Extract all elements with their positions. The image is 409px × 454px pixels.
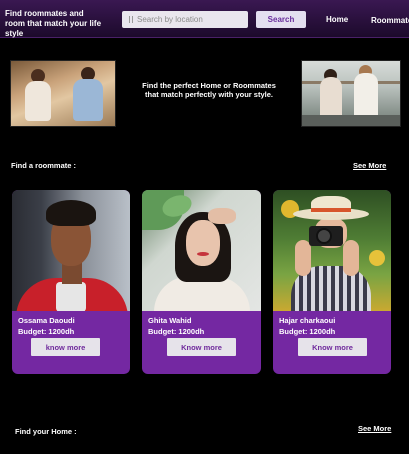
roommate-photo [12, 190, 130, 311]
hero-image-kitchen [301, 60, 401, 127]
search-box[interactable] [122, 11, 248, 28]
roommate-card: Ghita Wahid Budget: 1200dh Know more [142, 190, 261, 374]
search-input[interactable] [137, 15, 237, 24]
section-title-home: Find your Home : [15, 427, 77, 436]
roommate-card: Hajar charkaoui Budget: 1200dh Know more [273, 190, 391, 374]
brand-tagline: Find roommates and room that match your … [5, 9, 102, 38]
roommate-budget: Budget: 1200dh [148, 327, 205, 336]
roommate-photo [142, 190, 261, 311]
hero-image-friends [10, 60, 116, 127]
know-more-button[interactable]: Know more [298, 338, 367, 356]
roommate-name: Ghita Wahid [148, 316, 192, 325]
roommate-budget: Budget: 1200dh [279, 327, 336, 336]
search-button[interactable]: Search [256, 11, 306, 28]
hero-tagline: Find the perfect Home or Roommates that … [142, 81, 276, 99]
section-title-roommates: Find a roommate : [11, 161, 77, 170]
see-more-roommates-link[interactable]: See More [353, 161, 386, 170]
search-cursor-icon [129, 16, 133, 23]
nav-link-home[interactable]: Home [326, 15, 348, 24]
roommate-budget: Budget: 1200dh [18, 327, 75, 336]
know-more-button[interactable]: know more [31, 338, 100, 356]
know-more-button[interactable]: Know more [167, 338, 236, 356]
roommate-name: Ossama Daoudi [18, 316, 75, 325]
roommate-photo [273, 190, 391, 311]
see-more-home-link[interactable]: See More [358, 424, 391, 433]
top-navbar: Find roommates and room that match your … [0, 0, 409, 38]
roommate-name: Hajar charkaoui [279, 316, 336, 325]
nav-link-roommates[interactable]: Roommates [371, 16, 409, 25]
roommate-card: Ossama Daoudi Budget: 1200dh know more [12, 190, 130, 374]
